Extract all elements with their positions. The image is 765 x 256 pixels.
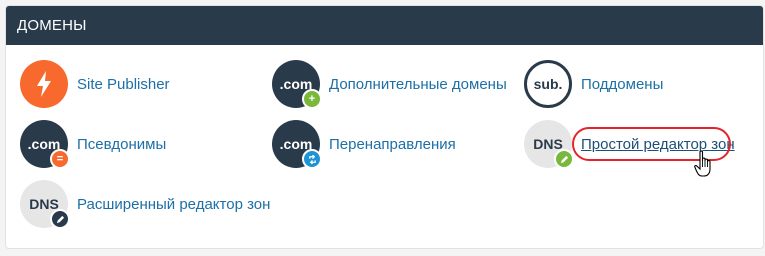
dns-advanced-icon: DNS xyxy=(20,180,70,229)
site-publisher-item[interactable]: Site Publisher xyxy=(20,60,170,108)
redirects-label: Перенаправления xyxy=(329,135,456,153)
addon-domains-label: Дополнительные домены xyxy=(329,75,507,93)
redirects-item[interactable]: .com Перенаправления xyxy=(272,120,456,169)
plus-badge-icon: + xyxy=(302,89,322,109)
redirect-icon: .com xyxy=(272,120,322,169)
subdomains-label: Поддомены xyxy=(581,75,664,93)
redirect-arrows-badge-icon xyxy=(302,149,322,169)
aliases-item[interactable]: .com = Псевдонимы xyxy=(20,120,167,169)
aliases-label: Псевдонимы xyxy=(77,135,167,153)
lightning-bolt-icon xyxy=(20,60,68,108)
subdomain-icon: sub. xyxy=(524,60,572,108)
advanced-zone-editor-item[interactable]: DNS Расширенный редактор зон xyxy=(20,180,271,229)
panel-title: ДОМЕНЫ xyxy=(6,6,763,45)
site-publisher-label: Site Publisher xyxy=(77,75,170,93)
pencil-badge-icon xyxy=(554,149,574,169)
dns-edit-icon: DNS xyxy=(524,120,574,169)
subdomains-item[interactable]: sub. Поддомены xyxy=(524,60,664,108)
advanced-zone-editor-label: Расширенный редактор зон xyxy=(77,195,271,213)
add-domain-icon: .com + xyxy=(272,60,322,109)
pencil-badge-icon xyxy=(50,209,70,229)
equals-badge-icon: = xyxy=(50,149,70,169)
alias-icon: .com = xyxy=(20,120,70,169)
addon-domains-item[interactable]: .com + Дополнительные домены xyxy=(272,60,507,109)
hand-cursor-icon xyxy=(694,150,711,177)
